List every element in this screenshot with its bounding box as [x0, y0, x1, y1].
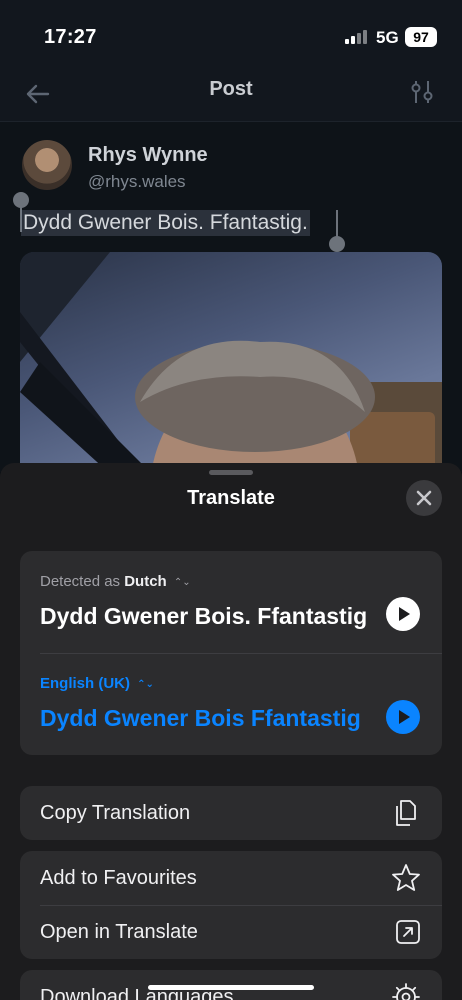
home-indicator[interactable]: [148, 985, 314, 990]
star-icon: [392, 864, 420, 891]
gear-icon: [392, 983, 420, 1000]
divider: [40, 653, 442, 654]
post-text[interactable]: Dydd Gwener Bois. Ffantastig.: [21, 210, 310, 236]
page-title: Post: [209, 78, 253, 100]
battery-icon: 97: [405, 27, 437, 47]
play-icon: [399, 710, 410, 724]
selection-end-handle[interactable]: [329, 236, 345, 252]
sliders-icon[interactable]: [408, 78, 436, 106]
add-to-favourites-label: Add to Favourites: [40, 867, 197, 889]
post-nav-bar: Post: [0, 70, 462, 122]
sheet-grabber[interactable]: [209, 470, 253, 475]
source-text[interactable]: Dydd Gwener Bois. Ffantastig: [40, 603, 367, 630]
open-in-translate-button[interactable]: Open in Translate: [20, 906, 442, 959]
source-language-selector[interactable]: Detected as Dutch ⌃⌄: [40, 573, 191, 590]
translate-sheet: Translate Detected as Dutch ⌃⌄ Dydd Gwen…: [0, 463, 462, 1000]
copy-translation-button[interactable]: Copy Translation: [20, 786, 442, 840]
play-icon: [399, 607, 410, 621]
updown-chevron-icon: ⌃⌄: [173, 576, 191, 588]
actions-group: Add to Favourites Open in Translate: [20, 851, 442, 959]
target-language: English (UK): [40, 675, 130, 692]
play-translation-button[interactable]: [386, 700, 420, 734]
cellular-signal-icon: [345, 30, 369, 44]
sheet-title: Translate: [187, 487, 275, 509]
detected-language: Dutch: [124, 573, 167, 590]
status-bar: 17:27 5G 97: [0, 0, 462, 70]
translation-card: Detected as Dutch ⌃⌄ Dydd Gwener Bois. F…: [20, 551, 442, 755]
detected-prefix: Detected as: [40, 573, 121, 590]
copy-icon: [396, 800, 416, 826]
status-time: 17:27: [44, 26, 97, 48]
avatar[interactable]: [22, 140, 72, 190]
post-image[interactable]: [20, 252, 442, 492]
post-content: Rhys Wynne @rhys.wales Dydd Gwener Bois.…: [0, 122, 462, 492]
open-external-icon: [396, 920, 420, 944]
copy-translation-label: Copy Translation: [40, 802, 191, 824]
post-photo: [20, 252, 442, 492]
play-source-button[interactable]: [386, 597, 420, 631]
network-type: 5G: [376, 28, 399, 47]
open-in-translate-label: Open in Translate: [40, 921, 198, 943]
close-button[interactable]: [406, 480, 442, 516]
translated-text[interactable]: Dydd Gwener Bois Ffantastig: [40, 705, 361, 732]
target-language-selector[interactable]: English (UK) ⌃⌄: [40, 675, 154, 692]
author-handle[interactable]: @rhys.wales: [88, 172, 186, 192]
add-to-favourites-button[interactable]: Add to Favourites: [20, 851, 442, 905]
updown-chevron-icon: ⌃⌄: [137, 678, 154, 690]
author-name[interactable]: Rhys Wynne: [88, 144, 208, 167]
close-icon: [416, 490, 432, 506]
